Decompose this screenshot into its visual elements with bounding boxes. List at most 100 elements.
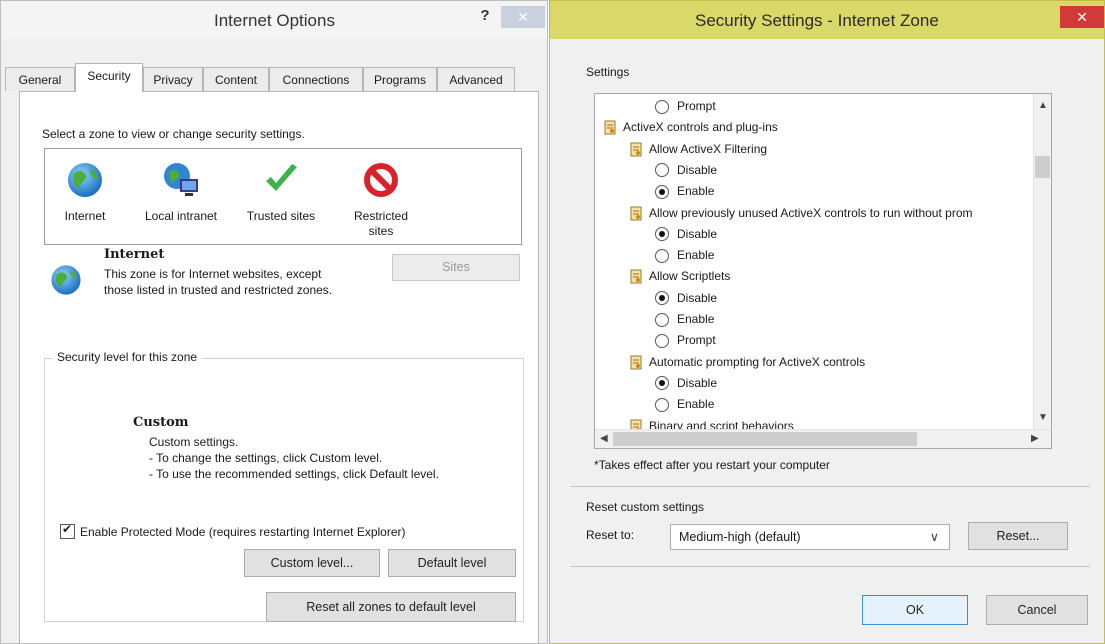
reset-to-select[interactable]: Medium-high (default) ∨	[670, 524, 950, 550]
zone-restricted-sites[interactable]: Restricted sites	[341, 159, 421, 239]
zone-description: This zone is for Internet websites, exce…	[104, 267, 333, 297]
protected-mode-checkbox[interactable]: Enable Protected Mode (requires restarti…	[60, 522, 406, 539]
level-title: Custom	[133, 415, 189, 430]
window-title: Security Settings - Internet Zone	[695, 11, 939, 30]
tree-label: Prompt	[677, 333, 716, 348]
radio-button[interactable]	[655, 184, 669, 199]
radio-option[interactable]: Disable	[655, 373, 717, 394]
globe-icon	[48, 262, 84, 301]
tree-setting: Allow Scriptlets	[629, 266, 730, 287]
security-tab-panel: Select a zone to view or change security…	[19, 91, 539, 643]
zone-prompt: Select a zone to view or change security…	[42, 127, 305, 141]
tab-security[interactable]: Security	[75, 63, 143, 92]
radio-button[interactable]	[655, 333, 669, 348]
scroll-down-icon[interactable]: ▼	[1038, 412, 1048, 423]
vertical-scrollbar[interactable]: ▲ ▼	[1033, 94, 1051, 430]
level-line: Custom settings.	[149, 435, 239, 449]
radio-option[interactable]: Disable	[655, 224, 717, 245]
scroll-left-icon[interactable]: ◀	[600, 433, 608, 444]
default-level-button[interactable]: Default level	[388, 549, 516, 577]
tree-label: Enable	[677, 184, 715, 199]
zone-trusted-sites[interactable]: Trusted sites	[241, 159, 321, 224]
scroll-thumb[interactable]	[1035, 156, 1050, 178]
radio-button[interactable]	[655, 163, 669, 178]
divider	[570, 566, 1090, 567]
tree-label: Allow ActiveX Filtering	[649, 141, 768, 156]
radio-button[interactable]	[655, 99, 669, 114]
scroll-thumb[interactable]	[613, 432, 917, 446]
radio-button[interactable]	[655, 248, 669, 263]
zone-label: Restricted sites	[353, 209, 409, 238]
settings-tree[interactable]: Prompt ActiveX controls and plug-ins Allow…	[594, 93, 1052, 449]
radio-option[interactable]: Enable	[655, 309, 714, 330]
group-label: Security level for this zone	[53, 350, 202, 364]
restart-note: *Takes effect after you restart your com…	[594, 458, 830, 472]
reset-group-label: Reset custom settings	[586, 500, 705, 514]
tree-label: Disable	[677, 226, 718, 241]
tree-label: Disable	[677, 290, 718, 305]
sites-button[interactable]: Sites	[392, 254, 520, 281]
tab-programs[interactable]: Programs	[363, 67, 437, 91]
reset-all-zones-button[interactable]: Reset all zones to default level	[266, 592, 516, 622]
tree-label: Enable	[677, 312, 715, 326]
zone-internet[interactable]: Internet	[45, 159, 125, 224]
select-value: Medium-high (default)	[679, 530, 801, 544]
settings-scroll-icon	[629, 269, 643, 284]
level-line: - To change the settings, click Custom l…	[149, 451, 383, 465]
tree-setting: Automatic prompting for ActiveX controls	[629, 352, 865, 373]
divider	[570, 486, 1090, 487]
radio-button[interactable]	[655, 291, 669, 306]
ok-button[interactable]: OK	[862, 595, 968, 625]
cancel-button[interactable]: Cancel	[986, 595, 1088, 625]
tree-label: Prompt	[677, 99, 716, 113]
close-button[interactable]: ✕	[501, 6, 545, 28]
window-title: Internet Options	[214, 11, 335, 30]
tree-label: Enable	[677, 248, 715, 263]
radio-option[interactable]: Prompt	[655, 96, 716, 117]
reset-button[interactable]: Reset...	[968, 522, 1068, 550]
tree-label: Allow Scriptlets	[649, 269, 731, 284]
zone-label: Internet	[64, 209, 106, 223]
radio-option[interactable]: Disable	[655, 160, 717, 181]
zone-title: Internet	[104, 247, 165, 262]
tree-label: Allow previously unused ActiveX controls…	[649, 205, 973, 220]
settings-scroll-icon	[629, 206, 643, 221]
title-bar[interactable]: Security Settings - Internet Zone ✕	[550, 1, 1104, 39]
tree-category: ActiveX controls and plug-ins	[603, 117, 778, 138]
radio-button[interactable]	[655, 376, 669, 391]
settings-label: Settings	[586, 65, 630, 79]
horizontal-scrollbar[interactable]: ◀ ▶	[595, 429, 1051, 448]
security-settings-window: Security Settings - Internet Zone ✕ Sett…	[549, 0, 1105, 644]
close-button[interactable]: ✕	[1060, 6, 1104, 28]
tab-general[interactable]: General	[5, 67, 75, 91]
radio-button[interactable]	[655, 227, 669, 242]
radio-option[interactable]: Enable	[655, 245, 714, 266]
scroll-right-icon[interactable]: ▶	[1031, 433, 1039, 444]
tab-advanced[interactable]: Advanced	[437, 67, 515, 91]
radio-option[interactable]: Enable	[655, 394, 714, 415]
radio-button[interactable]	[655, 397, 669, 412]
scroll-up-icon[interactable]: ▲	[1038, 100, 1048, 111]
radio-option[interactable]: Disable	[655, 288, 717, 309]
intranet-icon	[160, 159, 202, 201]
help-button[interactable]: ?	[473, 7, 497, 31]
tree-label: ActiveX controls and plug-ins	[623, 120, 778, 135]
radio-option[interactable]: Enable	[655, 181, 714, 202]
radio-option[interactable]: Prompt	[655, 330, 716, 351]
no-entry-icon	[360, 159, 402, 201]
checkmark-icon	[260, 159, 302, 201]
tab-content[interactable]: Content	[203, 67, 269, 91]
zone-list: Internet Local intranet Trusted sites Re…	[44, 148, 522, 245]
title-bar[interactable]: Internet Options ? ✕	[1, 1, 547, 39]
checkbox-label: Enable Protected Mode (requires restarti…	[80, 524, 406, 539]
settings-scroll-icon	[629, 142, 643, 157]
custom-level-button[interactable]: Custom level...	[244, 549, 380, 577]
tab-privacy[interactable]: Privacy	[143, 67, 203, 91]
zone-local-intranet[interactable]: Local intranet	[141, 159, 221, 224]
reset-to-label: Reset to:	[586, 528, 635, 542]
checkbox-box[interactable]	[60, 522, 75, 539]
radio-button[interactable]	[655, 312, 669, 327]
tree-label: Enable	[677, 397, 715, 412]
tab-connections[interactable]: Connections	[269, 67, 363, 91]
tree-label: Disable	[677, 375, 718, 390]
